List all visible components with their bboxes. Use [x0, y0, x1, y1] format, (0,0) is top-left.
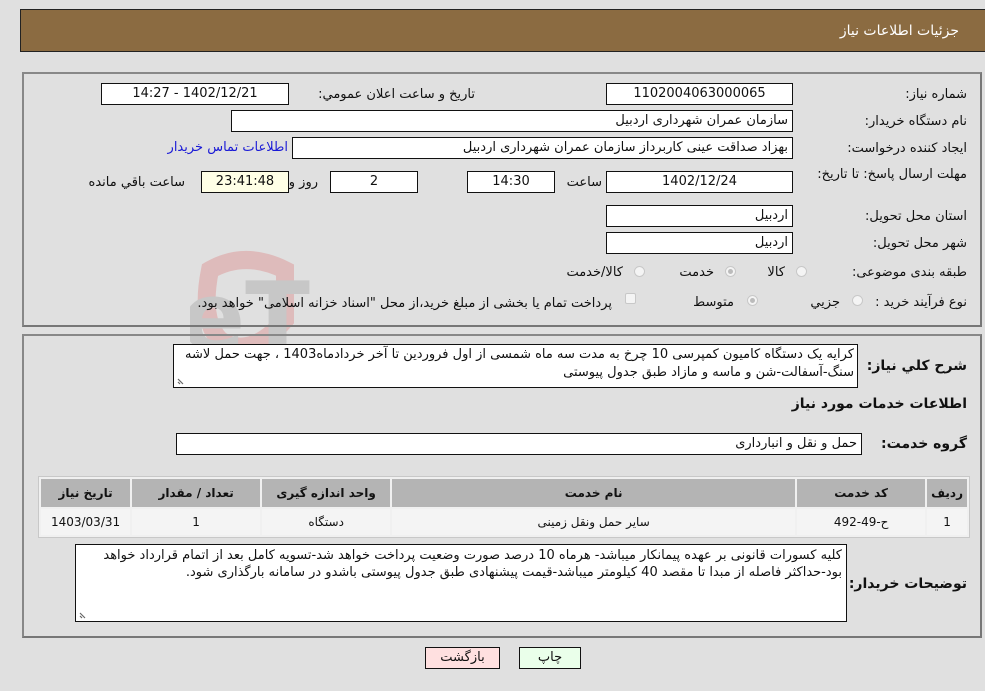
cell-need-date: 1403/03/31	[41, 509, 131, 535]
city-field: اردبیل	[606, 232, 793, 254]
province-label: استان محل تحویل:	[865, 209, 967, 224]
category-radio-goods-service[interactable]	[634, 266, 645, 277]
col-header-row-number: رديف	[927, 479, 967, 507]
buyer-notes-label: توضيحات خريدار:	[848, 576, 967, 592]
creator-label: ایجاد کننده درخواست:	[847, 141, 967, 156]
cell-service-code: ح-49-492	[797, 509, 926, 535]
days-label: روز و	[288, 175, 318, 190]
remaining-time-label: ساعت باقي مانده	[88, 175, 185, 190]
cell-service-name: سایر حمل ونقل زمینی	[392, 509, 796, 535]
creator-field: بهزاد صداقت عینی کاربرداز سازمان عمران ش…	[292, 137, 793, 159]
service-group-label: گروه خدمت:	[881, 436, 967, 452]
category-radio-goods[interactable]	[796, 266, 807, 277]
category-option-goods-service: کالا/خدمت	[566, 265, 623, 280]
table-row: 1 ح-49-492 سایر حمل ونقل زمینی دستگاه 1 …	[41, 509, 967, 535]
resize-grip-icon[interactable]	[177, 376, 186, 385]
city-label: شهر محل تحویل:	[872, 236, 967, 251]
need-number-label: شماره نیاز:	[905, 87, 967, 102]
buyer-contact-link[interactable]: اطلاعات تماس خریدار	[168, 140, 288, 155]
buyer-notes-text: کلیه کسورات قانونی بر عهده پیمانکار میبا…	[103, 548, 842, 580]
process-option-medium: متوسط	[693, 295, 734, 310]
resize-grip-icon[interactable]	[79, 610, 88, 619]
col-header-service-code: کد خدمت	[797, 479, 926, 507]
cell-row-number: 1	[927, 509, 967, 535]
deadline-label: مهلت ارسال پاسخ: تا تاریخ:	[817, 167, 967, 182]
need-number-field: 1102004063000065	[606, 83, 793, 105]
treasury-payment-checkbox[interactable]	[625, 293, 636, 304]
process-type-label: نوع فرآیند خرید :	[875, 295, 967, 310]
col-header-need-date: تاريخ نياز	[41, 479, 131, 507]
days-remaining-field: 2	[330, 171, 418, 193]
page-header: جزئیات اطلاعات نیاز	[20, 9, 985, 52]
services-table: رديف کد خدمت نام خدمت واحد اندازه گيری ت…	[38, 476, 970, 538]
buyer-notes-textarea[interactable]: کلیه کسورات قانونی بر عهده پیمانکار میبا…	[75, 544, 847, 622]
deadline-time-label: ساعت	[566, 175, 602, 190]
print-button[interactable]: چاپ	[519, 647, 581, 669]
deadline-date-field: 1402/12/24	[606, 171, 793, 193]
cell-quantity: 1	[132, 509, 261, 535]
category-option-service: خدمت	[679, 265, 714, 280]
buyer-org-field: سازمان عمران شهرداری اردبیل	[231, 110, 793, 132]
col-header-unit: واحد اندازه گيری	[262, 479, 391, 507]
province-field: اردبیل	[606, 205, 793, 227]
description-textarea[interactable]: کرایه یک دستگاه کامیون کمپرسی 10 چرخ به …	[173, 344, 858, 388]
process-radio-minor[interactable]	[852, 295, 863, 306]
announce-date-field: 1402/12/21 - 14:27	[101, 83, 289, 105]
col-header-quantity: تعداد / مقدار	[132, 479, 261, 507]
services-heading: اطلاعات خدمات مورد نياز	[791, 396, 967, 412]
description-label: شرح کلي نياز:	[866, 358, 967, 374]
category-option-goods: کالا	[767, 265, 785, 280]
table-header-row: رديف کد خدمت نام خدمت واحد اندازه گيری ت…	[41, 479, 967, 507]
process-radio-medium[interactable]	[747, 295, 758, 306]
remaining-time-field: 23:41:48	[201, 171, 289, 193]
service-group-field: حمل و نقل و انبارداری	[176, 433, 862, 455]
page-title: جزئیات اطلاعات نیاز	[839, 23, 959, 39]
cell-unit: دستگاه	[262, 509, 391, 535]
announce-date-label: تاریخ و ساعت اعلان عمومي:	[318, 87, 475, 102]
col-header-service-name: نام خدمت	[392, 479, 796, 507]
category-radio-service[interactable]	[725, 266, 736, 277]
deadline-time-field: 14:30	[467, 171, 555, 193]
buyer-org-label: نام دستگاه خریدار:	[864, 114, 967, 129]
process-option-minor: جزيي	[810, 295, 840, 310]
treasury-payment-note: پرداخت تمام یا بخشی از مبلغ خرید،از محل …	[197, 296, 612, 311]
category-label: طبقه بندی موضوعی:	[851, 265, 967, 280]
description-text: کرایه یک دستگاه کامیون کمپرسی 10 چرخ به …	[185, 347, 854, 380]
back-button[interactable]: بازگشت	[425, 647, 500, 669]
